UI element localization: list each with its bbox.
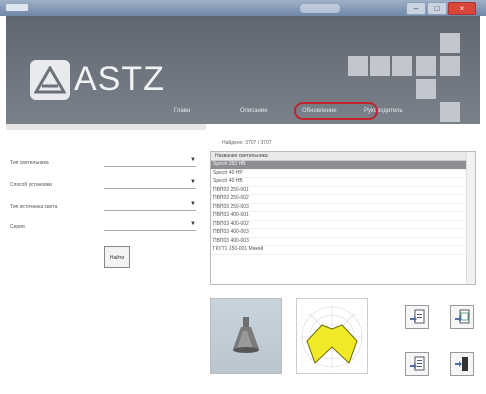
minimize-button[interactable]: – (406, 2, 426, 15)
chevron-down-icon: ▼ (190, 221, 196, 227)
list-header: Название светильника (211, 152, 475, 161)
filter-select-type[interactable]: ▼ (104, 157, 196, 167)
deco-square (440, 56, 460, 76)
header-banner: ASTZ Главн Описание Обновление Руководит… (6, 16, 480, 124)
filter-label: Тип источника света (10, 204, 58, 210)
panel-divider (6, 124, 206, 130)
title-bar: – □ × (0, 0, 486, 16)
lamp-icon (233, 317, 259, 353)
list-item[interactable]: Spectr 250 HB (211, 161, 475, 170)
list-item[interactable]: Spectr 40 HB (211, 178, 475, 187)
nav-home[interactable]: Главн (174, 108, 190, 114)
list-item[interactable]: ПВП03 400-002 (211, 221, 475, 229)
light-distribution-diagram (296, 298, 368, 374)
close-button[interactable]: × (448, 2, 476, 15)
exit-icon (455, 357, 468, 371)
list-item[interactable]: ГКУ71 150-001 Микей (211, 246, 475, 255)
app-window: – □ × ASTZ Главн Описание Обновление Рук… (0, 0, 486, 394)
export-word-button[interactable] (405, 305, 429, 329)
deco-square (370, 56, 390, 76)
logo-text: ASTZ (74, 60, 165, 98)
filter-label: Тип светильника (10, 160, 49, 166)
deco-square (416, 79, 436, 99)
filter-label: Серия (10, 224, 25, 230)
window-controls: – □ × (406, 2, 476, 15)
deco-square (416, 56, 436, 76)
title-bar-glow (300, 4, 340, 13)
export-doc-button[interactable] (405, 352, 429, 376)
deco-square (440, 33, 460, 53)
nav-description[interactable]: Описание (240, 108, 268, 114)
list-item[interactable]: ПВП03 400-001 (211, 212, 475, 221)
list-item[interactable]: Spectr 40 HP (211, 170, 475, 178)
export-doc-icon (410, 356, 425, 371)
app-icon (6, 4, 28, 11)
deco-square (348, 56, 368, 76)
filter-panel: Тип светильника ▼ Способ установки ▼ Тип… (6, 124, 206, 394)
list-item[interactable]: ПВП03 250-003 (211, 204, 475, 212)
deco-square (392, 56, 412, 76)
maximize-button[interactable]: □ (427, 2, 447, 15)
list-item[interactable]: ПВП03 250-002 (211, 195, 475, 204)
filter-label: Способ установки (10, 182, 52, 188)
chevron-down-icon: ▼ (190, 179, 196, 185)
list-item[interactable]: ПВП03 250-001 (211, 187, 475, 195)
export-excel-icon (455, 309, 470, 324)
filter-select-series[interactable]: ▼ (104, 221, 196, 231)
find-button[interactable]: Найти (104, 246, 130, 268)
filter-select-lamp[interactable]: ▼ (104, 201, 196, 211)
export-word-icon (410, 309, 425, 324)
exit-button[interactable] (450, 352, 474, 376)
chevron-down-icon: ▼ (190, 157, 196, 163)
list-item[interactable]: ПВП03 400-003 (211, 229, 475, 238)
results-list[interactable]: Название светильника Spectr 250 HB Spect… (210, 151, 476, 285)
luminaire-photo (210, 298, 282, 374)
list-item[interactable]: ПВП03 400-003 (211, 238, 475, 246)
chevron-down-icon: ▼ (190, 201, 196, 207)
list-scrollbar[interactable] (466, 152, 475, 284)
filter-select-mount[interactable]: ▼ (104, 179, 196, 189)
nav-highlight-ring (294, 102, 378, 120)
export-excel-button[interactable] (450, 305, 474, 329)
astz-logo-icon (30, 60, 70, 100)
found-count: Найдено: 3707 / 3707 (222, 140, 272, 146)
deco-square (440, 102, 460, 122)
